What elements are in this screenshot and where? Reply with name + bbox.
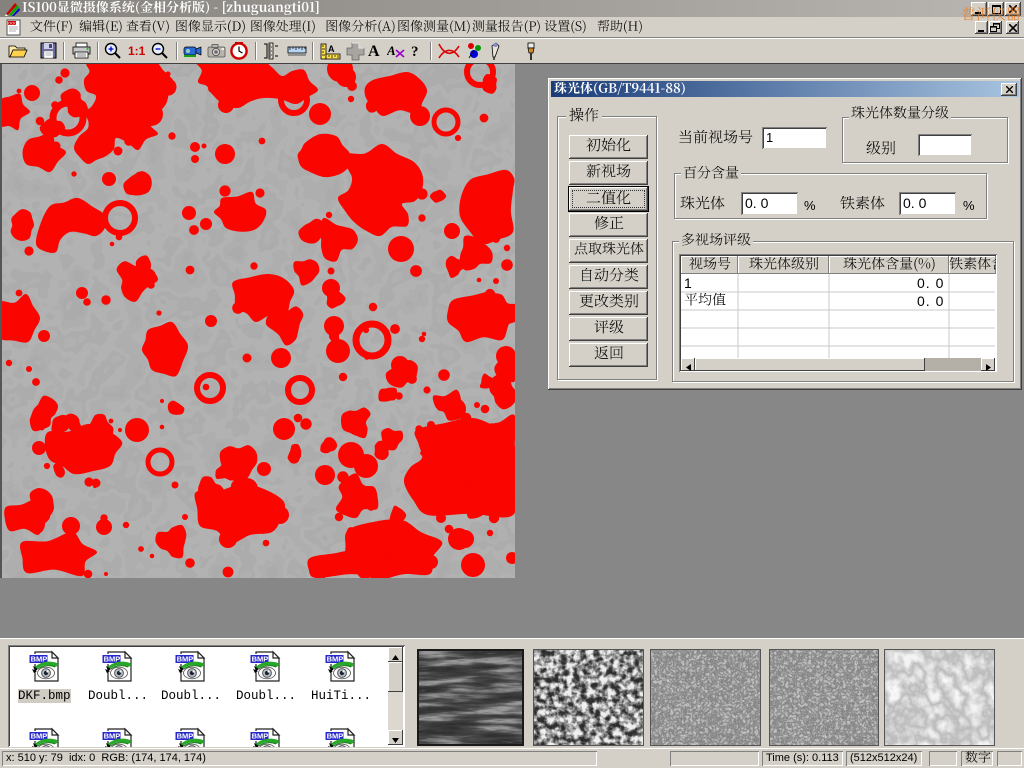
svg-text:A: A	[328, 44, 335, 54]
svg-text:?: ?	[411, 44, 419, 59]
svg-text:A: A	[387, 43, 396, 58]
svg-text:A: A	[368, 43, 380, 59]
svg-text:DOC: DOC	[8, 21, 17, 26]
svg-text:1:1: 1:1	[128, 44, 145, 58]
